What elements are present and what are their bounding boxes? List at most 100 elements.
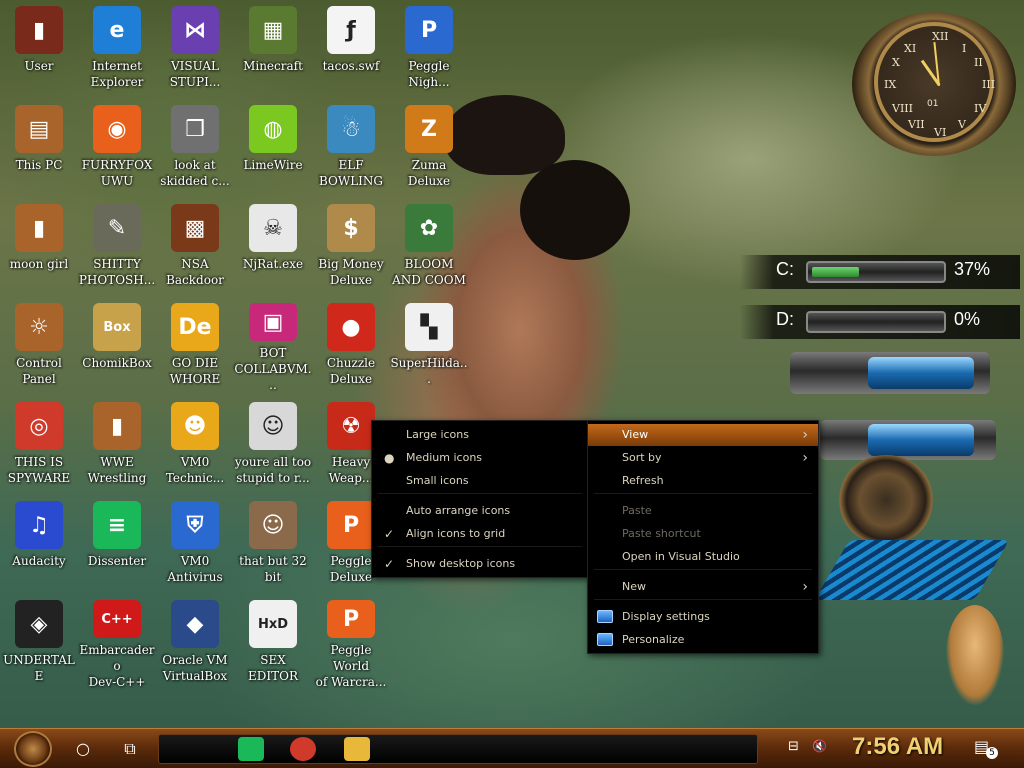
context-menu-item-label: Paste shortcut xyxy=(622,527,701,540)
desktop-icon[interactable]: C++ Embarcadero Dev-C++ xyxy=(78,594,156,690)
desktop-icon[interactable]: ◆ Oracle VM VirtualBox xyxy=(156,594,234,690)
desktop-icon[interactable]: $ Big Money Deluxe xyxy=(312,198,390,294)
desktop-icon[interactable]: e Internet Explorer xyxy=(78,0,156,96)
desktop-icon[interactable]: ☃ ELF BOWLING xyxy=(312,99,390,195)
drive-d-tube xyxy=(806,311,946,333)
desktop-icon[interactable]: ❒ look at skidded c... xyxy=(156,99,234,195)
painting-icon: ☺ xyxy=(249,501,297,549)
desktop-icon[interactable]: ◎ THIS IS SPYWARE xyxy=(0,396,78,492)
desktop-icon-label: Peggle World of Warcra... xyxy=(315,643,387,689)
menu-separator xyxy=(594,599,812,600)
desktop-icon-label: WWE Wrestling xyxy=(87,455,147,485)
this-pc-icon: ▤ xyxy=(15,105,63,153)
desktop-icon[interactable]: ▚ SuperHilda... xyxy=(390,297,468,393)
desktop-icon[interactable]: ≡ Dissenter xyxy=(78,495,156,591)
desktop-icon-label: Oracle VM VirtualBox xyxy=(162,653,228,683)
network-icon[interactable]: ⊟ xyxy=(788,739,799,754)
view-menu-item[interactable]: ● Medium icons xyxy=(372,447,588,469)
file-explorer-taskbar-icon[interactable] xyxy=(344,737,370,761)
desktop-icon[interactable]: ◍ LimeWire xyxy=(234,99,312,195)
desktop-icon[interactable]: ◉ FURRYFOX UWU xyxy=(78,99,156,195)
desktop-icon-label: Big Money Deluxe xyxy=(318,257,384,287)
desktop-icon[interactable]: ▮ User xyxy=(0,0,78,96)
context-menu-item-display-settings[interactable]: Display settings xyxy=(588,606,818,628)
checkmark-icon: ✓ xyxy=(384,527,395,541)
desktop-icon-label: youre all too stupid to r... xyxy=(234,455,312,485)
desktop-icon[interactable]: ☻ VM0 Technic... xyxy=(156,396,234,492)
view-menu-item[interactable]: ✓ Align icons to grid xyxy=(372,523,588,545)
dissenter-taskbar-icon[interactable] xyxy=(238,737,264,761)
desktop-icon-label: LimeWire xyxy=(243,158,303,172)
desktop-icon[interactable]: ☠ NjRat.exe xyxy=(234,198,312,294)
menu-separator xyxy=(378,493,582,494)
desktop-icon[interactable]: ▣ BOT COLLABVM... xyxy=(234,297,312,393)
taskbar-clock[interactable]: 7:56 AM xyxy=(852,733,943,761)
context-menu-item-open-in-visual-studio[interactable]: Open in Visual Studio xyxy=(588,546,818,568)
checkmark-icon: ✓ xyxy=(384,557,395,571)
desktop-icon[interactable]: HxD SEX EDITOR xyxy=(234,594,312,690)
desktop-icon[interactable]: ▩ NSA Backdoor xyxy=(156,198,234,294)
desktop-icon[interactable]: Box ChomikBox xyxy=(78,297,156,393)
zuma-icon: Z xyxy=(405,105,453,153)
view-menu-item[interactable]: ✓ Show desktop icons xyxy=(372,553,588,575)
volume-muted-icon[interactable]: 🔇 xyxy=(812,739,827,753)
desktop-icon[interactable]: ▮ WWE Wrestling xyxy=(78,396,156,492)
context-menu-item-refresh[interactable]: Refresh xyxy=(588,470,818,492)
gimp-icon: ✎ xyxy=(93,204,141,252)
desktop-icon-label: This PC xyxy=(15,158,63,172)
godie-icon: De xyxy=(171,303,219,351)
desktop-icon[interactable]: ✎ SHITTY PHOTOSH... xyxy=(78,198,156,294)
context-menu-item-new[interactable]: New › xyxy=(588,576,818,598)
desktop-icon[interactable]: ⋈ VISUAL STUPI... xyxy=(156,0,234,96)
view-menu-item[interactable]: Large icons xyxy=(372,424,588,446)
desktop-icon[interactable]: ● Chuzzle Deluxe xyxy=(312,297,390,393)
desktop-icon[interactable]: ▮ moon girl xyxy=(0,198,78,294)
steam-pipe-mid-glass xyxy=(868,424,974,456)
audacity-icon: ♫ xyxy=(15,501,63,549)
notification-count-badge: 5 xyxy=(986,747,998,759)
context-menu-item-view[interactable]: View › xyxy=(588,424,818,446)
desktop-icon-label: ChomikBox xyxy=(82,356,152,370)
desktop-icon[interactable]: Z Zuma Deluxe xyxy=(390,99,468,195)
wwe-folder-icon: ▮ xyxy=(93,402,141,450)
desktop-icon[interactable]: ƒ tacos.swf xyxy=(312,0,390,96)
desktop-icon[interactable]: ▦ Minecraft xyxy=(234,0,312,96)
desktop-icon[interactable]: ⛨ VM0 Antivirus xyxy=(156,495,234,591)
desktop-icon[interactable]: ✿ BLOOM AND COOM xyxy=(390,198,468,294)
dissenter-icon: ≡ xyxy=(93,501,141,549)
peggle-deluxe-icon: P xyxy=(327,501,375,549)
chevron-right-icon: › xyxy=(802,450,808,466)
drive-c-percent: 37% xyxy=(954,259,991,279)
bot-monitor-icon: ▣ xyxy=(249,303,297,341)
context-menu-item-paste-shortcut[interactable]: Paste shortcut xyxy=(588,523,818,545)
desktop-icon[interactable]: ☺ that but 32 bit xyxy=(234,495,312,591)
search-button[interactable]: ○ xyxy=(71,737,95,761)
wallpaper-figure-right xyxy=(520,160,630,260)
context-menu-item-sort-by[interactable]: Sort by › xyxy=(588,447,818,469)
task-view-button[interactable]: ⧉ xyxy=(118,737,142,761)
view-menu-item[interactable]: Auto arrange icons xyxy=(372,500,588,522)
desktop-icon[interactable]: ♫ Audacity xyxy=(0,495,78,591)
unity-icon: ◈ xyxy=(15,600,63,648)
desktop-icon[interactable]: ▤ This PC xyxy=(0,99,78,195)
desktop-icon[interactable]: P Peggle Nigh... xyxy=(390,0,468,96)
context-menu-item-personalize[interactable]: Personalize xyxy=(588,629,818,651)
steampunk-clock-widget[interactable]: XII III VI IX I II IV V VII VIII X XI 01 xyxy=(852,12,1016,156)
firefox-icon: ◉ xyxy=(93,105,141,153)
desktop-icon[interactable]: De GO DIE WHORE xyxy=(156,297,234,393)
nsa-backdoor-icon: ▩ xyxy=(171,204,219,252)
desktop-icon[interactable]: ☺ youre all too stupid to r... xyxy=(234,396,312,492)
desktop-icon-label: VM0 Antivirus xyxy=(167,554,223,584)
view-menu-item[interactable]: Small icons xyxy=(372,470,588,492)
technician-icon: ☻ xyxy=(171,402,219,450)
edge-icon: e xyxy=(93,6,141,54)
context-menu-item-paste[interactable]: Paste xyxy=(588,500,818,522)
desktop-icon[interactable]: ◈ UNDERTALE xyxy=(0,594,78,690)
chrome-taskbar-icon[interactable] xyxy=(290,737,316,761)
start-button[interactable] xyxy=(14,731,52,767)
desktop-icon-label: SuperHilda... xyxy=(390,356,468,386)
desktop-icon[interactable]: ☼ Control Panel xyxy=(0,297,78,393)
moon-girl-folder-icon: ▮ xyxy=(15,204,63,252)
desktop-icon-label: Peggle Nigh... xyxy=(408,59,450,89)
desktop-icon[interactable]: P Peggle World of Warcra... xyxy=(312,594,390,690)
